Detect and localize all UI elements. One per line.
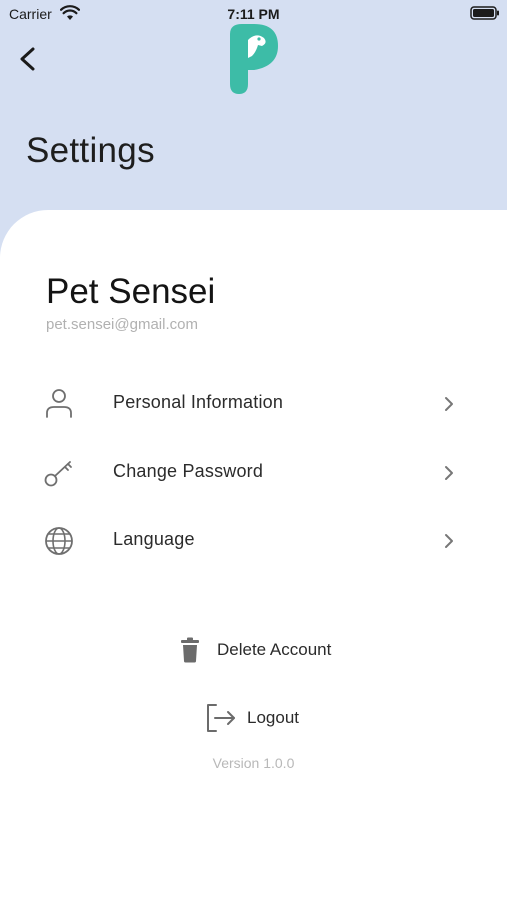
- trash-icon: [181, 637, 199, 663]
- menu-item-label: Language: [113, 529, 195, 549]
- menu-item-change-password[interactable]: Change Password: [40, 445, 470, 499]
- person-icon: [46, 389, 72, 418]
- logout-icon: [207, 704, 235, 732]
- logout-label: Logout: [247, 708, 299, 727]
- back-button[interactable]: [14, 44, 42, 74]
- profile-name: Pet Sensei: [46, 272, 216, 311]
- chevron-right-icon: [445, 534, 453, 548]
- profile-email: pet.sensei@gmail.com: [46, 316, 198, 333]
- menu-item-personal-information[interactable]: Personal Information: [40, 376, 470, 430]
- version-label: Version 1.0.0: [212, 755, 295, 771]
- logout-button[interactable]: Logout: [205, 703, 299, 733]
- key-icon: [44, 461, 72, 487]
- menu-item-label: Personal Information: [113, 392, 284, 412]
- globe-icon: [45, 527, 73, 555]
- chevron-right-icon: [445, 466, 453, 480]
- menu-item-language[interactable]: Language: [40, 513, 470, 567]
- delete-account-button[interactable]: Delete Account: [178, 637, 331, 663]
- menu-item-label: Change Password: [113, 461, 264, 481]
- status-time: 7:11 PM: [227, 6, 280, 22]
- delete-account-label: Delete Account: [217, 640, 332, 659]
- page-title: Settings: [26, 131, 155, 170]
- chevron-right-icon: [445, 397, 453, 411]
- app-logo-icon: [230, 24, 278, 94]
- battery-icon: [470, 6, 499, 20]
- settings-card: Pet Sensei pet.sensei@gmail.com Personal…: [0, 210, 507, 900]
- chevron-left-icon: [20, 47, 35, 71]
